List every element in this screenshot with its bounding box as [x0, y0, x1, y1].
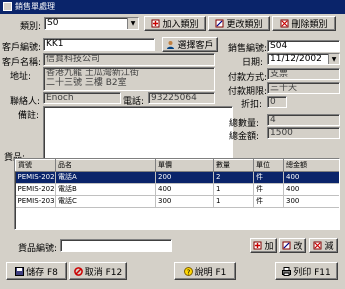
print-label: 列印 F11	[293, 267, 331, 278]
category-value: S0	[47, 18, 59, 28]
address-label: 地址:	[10, 72, 32, 82]
phone-field: 93225064	[148, 92, 215, 104]
payment-method-field: 支票	[267, 68, 340, 80]
customer-id-label: 客戶編號:	[2, 43, 42, 53]
table-cell: 200	[155, 171, 214, 184]
contact-label: 聯絡人:	[10, 97, 41, 107]
table-cell: 件	[253, 195, 284, 208]
print-button[interactable]: 列印 F11	[275, 262, 338, 280]
customer-name-label: 客戶名稱:	[2, 58, 42, 68]
edit-goods-button[interactable]: 改	[279, 238, 306, 253]
payment-term-label: 付款期限:	[228, 87, 268, 97]
delete-icon	[313, 241, 322, 250]
payment-method-label: 付款方式:	[228, 73, 268, 83]
cancel-label: 取消 F12	[84, 267, 123, 278]
table-cell: 1	[213, 183, 254, 196]
column-header[interactable]: 數量	[213, 159, 254, 172]
table-cell: 電話B	[55, 183, 156, 196]
table-row[interactable]: PEMIS-2029 電話B 400 1 件 400	[15, 183, 339, 196]
table-cell: 300	[283, 195, 339, 208]
table-cell: 件	[253, 171, 284, 184]
edit-goods-label: 改	[293, 242, 303, 252]
total-qty-field: 4	[267, 114, 340, 126]
total-amount-label: 總金額:	[229, 132, 260, 142]
date-label: 日期:	[242, 58, 264, 68]
select-customer-label: 選擇客戶	[177, 41, 214, 51]
contact-field: Enoch	[43, 92, 121, 104]
date-value: 11/12/2002	[270, 54, 322, 64]
help-button[interactable]: ? 說明 F1	[174, 262, 236, 280]
help-icon: ?	[183, 266, 193, 276]
column-header[interactable]: 貨號	[15, 159, 56, 172]
delete-category-button[interactable]: 刪除類別	[272, 16, 336, 31]
remark-field[interactable]	[43, 106, 233, 166]
add-goods-button[interactable]: 加	[250, 238, 277, 253]
table-cell: 電話A	[55, 171, 156, 184]
goods-code-label: 貨品編號:	[18, 244, 58, 254]
category-label: 類別:	[20, 22, 42, 32]
add-category-button[interactable]: 加入類別	[144, 16, 206, 31]
column-header[interactable]: 單價	[155, 159, 214, 172]
svg-text:?: ?	[186, 268, 190, 276]
delete-icon	[280, 19, 289, 28]
chevron-down-icon[interactable]: ▼	[328, 54, 339, 64]
add-icon	[151, 19, 160, 28]
customer-id-field[interactable]: KK1	[43, 38, 155, 51]
column-header[interactable]: 單位	[253, 159, 284, 172]
table-row[interactable]: PEMIS-2028 電話A 200 2 件 400	[15, 171, 339, 184]
save-button[interactable]: 儲存 F8	[6, 262, 67, 280]
delete-goods-button[interactable]: 減	[309, 238, 338, 253]
table-cell: PEMIS-2030	[15, 195, 56, 208]
table-cell: 400	[155, 183, 214, 196]
remark-label: 備註:	[18, 111, 40, 121]
table-cell: PEMIS-2028	[15, 171, 56, 184]
delete-goods-label: 減	[324, 242, 334, 252]
save-icon	[15, 266, 25, 276]
table-cell: PEMIS-2029	[15, 183, 56, 196]
table-cell: 400	[283, 183, 339, 196]
table-row[interactable]: PEMIS-2030 電話C 300 1 件 300	[15, 195, 339, 208]
table-cell: 1	[213, 195, 254, 208]
cancel-button[interactable]: 取消 F12	[69, 262, 127, 280]
save-label: 儲存 F8	[26, 267, 58, 278]
delete-category-label: 刪除類別	[291, 20, 328, 30]
discount-field: 0	[267, 96, 287, 108]
payment-term-field: 三十天	[267, 82, 340, 94]
edit-icon	[282, 241, 291, 250]
edit-icon	[215, 19, 224, 28]
person-icon	[166, 40, 175, 49]
chevron-down-icon[interactable]: ▼	[127, 18, 138, 29]
total-qty-label: 總數量:	[229, 119, 260, 129]
column-header[interactable]: 總金額	[283, 159, 339, 172]
add-category-label: 加入類別	[162, 20, 199, 30]
category-select[interactable]: S0 ▼	[44, 17, 139, 30]
title-bar: 銷售單處理	[0, 0, 345, 14]
customer-name-field: 信寶科技公司	[43, 53, 215, 66]
table-cell: 400	[283, 171, 339, 184]
column-header[interactable]: 品名	[55, 159, 156, 172]
address-field: 香港九龍 土瓜灣新江街 二十三號 三樓 B2室	[43, 67, 215, 91]
table-header-row: 貨號 品名 單價 數量 單位 總金額	[15, 159, 339, 172]
goods-table[interactable]: 貨號 品名 單價 數量 單位 總金額 PEMIS-2028 電話A 200 2 …	[14, 158, 340, 230]
table-cell: 件	[253, 183, 284, 196]
add-icon	[253, 241, 262, 250]
select-customer-button[interactable]: 選擇客戶	[162, 37, 218, 52]
table-cell: 2	[213, 171, 254, 184]
discount-label: 折扣:	[241, 100, 263, 110]
order-no-label: 銷售編號:	[228, 44, 268, 54]
edit-category-button[interactable]: 更改類別	[208, 16, 270, 31]
help-label: 說明 F1	[194, 267, 227, 278]
table-cell: 電話C	[55, 195, 156, 208]
add-goods-label: 加	[264, 242, 274, 252]
window-title: 銷售單處理	[15, 2, 55, 11]
table-cell: 300	[155, 195, 214, 208]
cancel-icon	[73, 266, 83, 276]
goods-code-field[interactable]	[60, 239, 172, 252]
total-amount-field: 1500	[267, 127, 340, 139]
printer-icon	[282, 266, 292, 276]
app-icon	[3, 2, 12, 11]
date-picker[interactable]: 11/12/2002 ▼	[267, 53, 340, 65]
order-no-field[interactable]: S04	[267, 40, 340, 52]
edit-category-label: 更改類別	[226, 20, 263, 30]
